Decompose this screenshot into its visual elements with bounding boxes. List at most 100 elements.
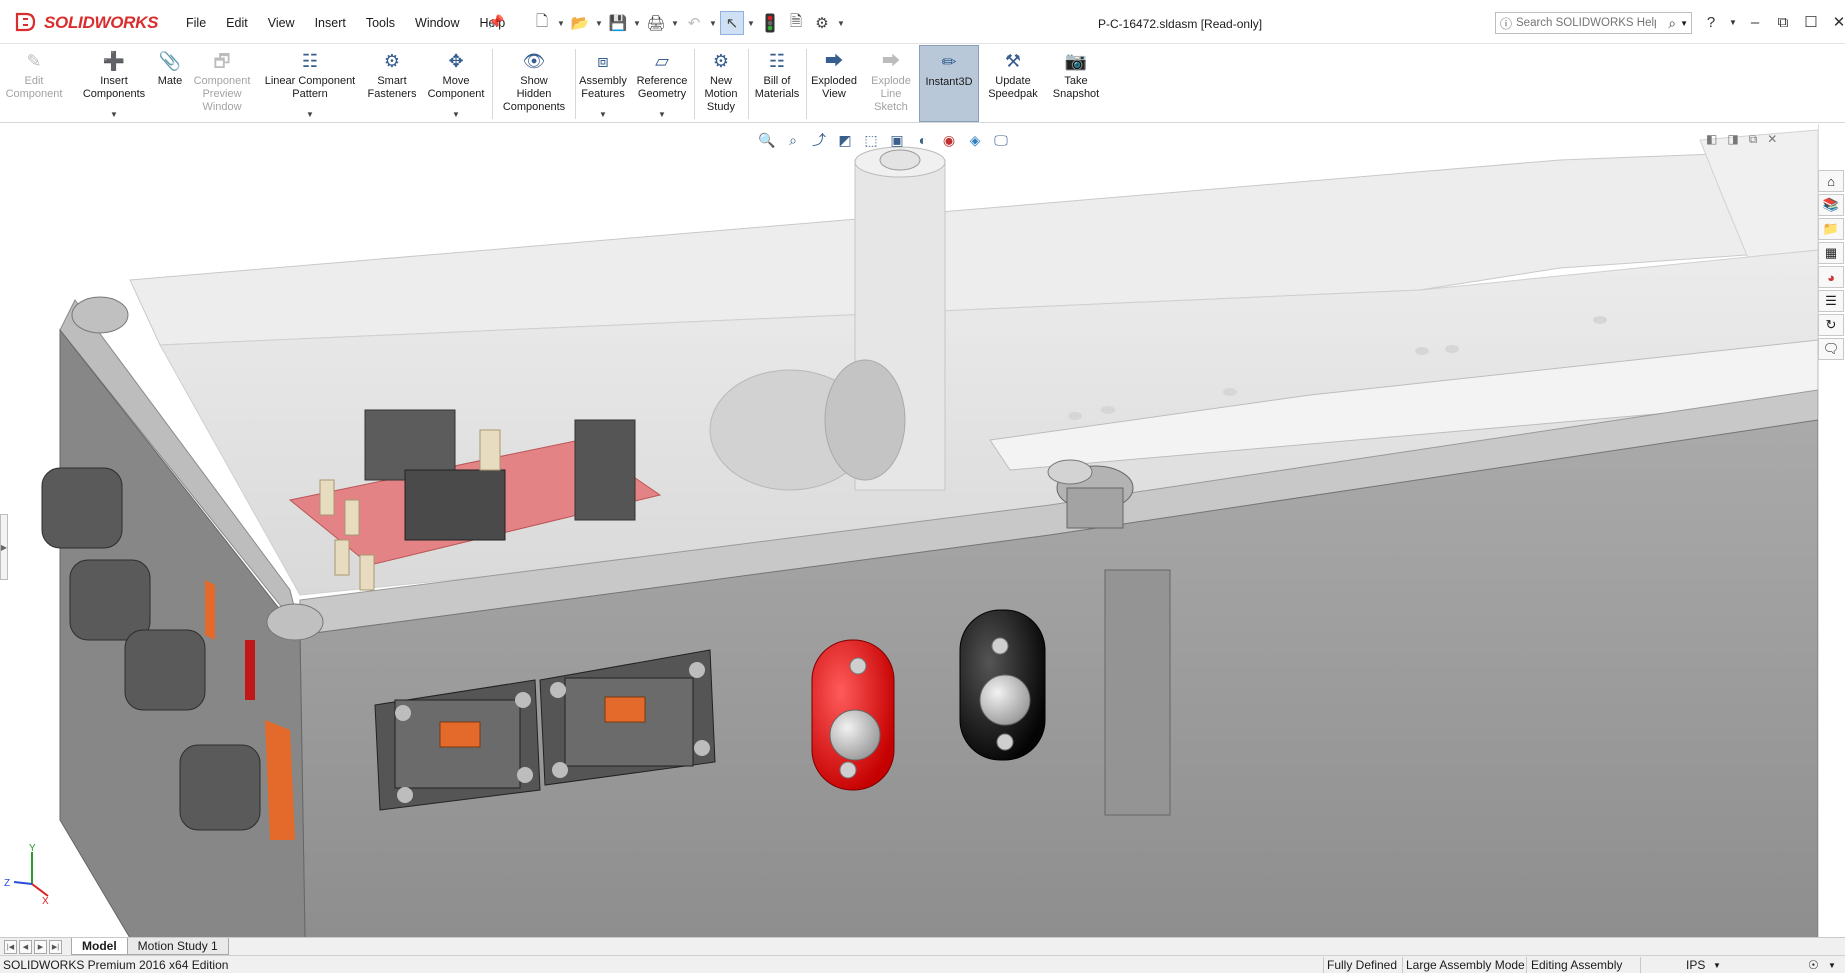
save-icon[interactable]: 💾 [606, 11, 630, 35]
component-preview-window-button[interactable]: 🗗 Component Preview Window [189, 45, 255, 122]
panel-connector-left[interactable] [374, 679, 541, 811]
open-dropdown-icon[interactable]: ▼ [594, 19, 604, 28]
status-dropdown-icon[interactable]: ▼ [1828, 961, 1836, 970]
reference-geometry-button[interactable]: ▱ Reference Geometry ▼ [632, 45, 692, 122]
mate-button[interactable]: 📎 Mate [155, 45, 185, 122]
search-input[interactable] [1516, 17, 1656, 29]
bill-of-materials-button[interactable]: ☷ Bill of Materials [750, 45, 804, 122]
new-document-icon[interactable]: 🗋 [530, 11, 554, 35]
edit-component-button[interactable]: ✎ Edit Component [0, 45, 68, 122]
solidworks-logo[interactable]: SOLIDWORKS [14, 10, 158, 36]
display-style-icon[interactable]: ▣ [886, 130, 908, 150]
close-icon[interactable]: ✕ [1828, 11, 1845, 33]
3dexperience-icon[interactable]: 🗨 [1818, 338, 1844, 360]
apply-scene-icon[interactable]: ◈ [964, 130, 986, 150]
menu-insert[interactable]: Insert [305, 14, 356, 32]
print-dropdown-icon[interactable]: ▼ [670, 19, 680, 28]
take-snapshot-button[interactable]: 📷 Take Snapshot [1048, 45, 1104, 122]
print-icon[interactable]: 🖨 [644, 11, 668, 35]
instant3d-button[interactable]: ✏ Instant3D [919, 45, 979, 122]
view-settings-icon[interactable]: 🖵 [990, 130, 1012, 150]
minimize-icon[interactable]: – [1744, 11, 1766, 33]
terminal-red[interactable] [811, 639, 895, 791]
open-folder-icon[interactable]: 📂 [568, 11, 592, 35]
select-arrow-icon[interactable]: ↖ [720, 11, 744, 35]
undo-icon[interactable]: ↶ [682, 11, 706, 35]
bottom-tab-bar: |◀ ◀ ▶ ▶| Model Motion Study 1 [0, 937, 1845, 955]
new-dropdown-icon[interactable]: ▼ [556, 19, 566, 28]
insert-components-dropdown-icon[interactable]: ▼ [110, 111, 118, 119]
zoom-to-area-icon[interactable]: ⌕ [782, 130, 804, 150]
appearances-icon[interactable]: ◕ [1818, 266, 1844, 288]
move-component-dropdown-icon[interactable]: ▼ [452, 111, 460, 119]
update-speedpak-button[interactable]: ⚒ Update Speedpak [982, 45, 1044, 122]
search-dropdown-icon[interactable]: ▼ [1680, 19, 1691, 28]
menu-file[interactable]: File [176, 14, 216, 32]
exploded-view-button[interactable]: ⮕ Exploded View [808, 45, 860, 122]
view-orientation-icon[interactable]: ⬚ [860, 130, 882, 150]
tab-motion-study-1[interactable]: Motion Study 1 [126, 938, 229, 955]
menu-bar: File Edit View Insert Tools Window Help [176, 14, 515, 32]
custom-properties-icon[interactable]: ☰ [1818, 290, 1844, 312]
file-explorer-icon[interactable]: 📁 [1818, 218, 1844, 240]
insert-components-label: Insert Components [82, 75, 146, 100]
viewport-restore-icon[interactable]: ⧉ [1749, 132, 1758, 147]
smart-fasteners-button[interactable]: ⚙ Smart Fasteners [364, 45, 420, 122]
last-tab-icon[interactable]: ▶| [49, 939, 62, 954]
solidworks-forum-icon[interactable]: ↻ [1818, 314, 1844, 336]
feature-manager-expand-handle[interactable]: ▶ [0, 514, 8, 580]
options-dropdown-icon[interactable]: ▼ [836, 19, 846, 28]
edit-appearance-icon[interactable]: ◉ [938, 130, 960, 150]
units-selector[interactable]: IPS [1686, 958, 1705, 972]
help-question-icon[interactable]: ? [1700, 11, 1722, 33]
menu-edit[interactable]: Edit [216, 14, 258, 32]
section-view-icon[interactable]: ◩ [834, 130, 856, 150]
save-dropdown-icon[interactable]: ▼ [632, 19, 642, 28]
assembly-model[interactable] [0, 124, 1818, 938]
viewport-close-icon[interactable]: ✕ [1767, 132, 1777, 147]
restore-icon[interactable]: ⧉ [1772, 11, 1794, 33]
move-component-label: Move Component [427, 75, 485, 100]
options-gear-icon[interactable]: ⚙ [810, 11, 834, 35]
hide-show-items-icon[interactable]: ◐ [912, 130, 934, 150]
component-preview-window-label: Component Preview Window [193, 75, 251, 113]
rebuild-traffic-light-icon[interactable] [758, 11, 782, 35]
tab-model[interactable]: Model [71, 938, 128, 955]
first-tab-icon[interactable]: |◀ [4, 939, 17, 954]
split-right-icon[interactable]: ◨ [1727, 132, 1738, 147]
new-motion-study-button[interactable]: ⚙ New Motion Study [696, 45, 746, 122]
menu-window[interactable]: Window [405, 14, 469, 32]
view-palette-icon[interactable]: ▦ [1818, 242, 1844, 264]
zoom-to-fit-icon[interactable]: 🔍 [756, 130, 778, 150]
split-left-icon[interactable]: ◧ [1706, 132, 1717, 147]
previous-view-icon[interactable]: ⤴ [808, 130, 830, 150]
front-boss[interactable] [1104, 569, 1171, 816]
reference-geometry-dropdown-icon[interactable]: ▼ [658, 111, 666, 119]
assembly-features-dropdown-icon[interactable]: ▼ [599, 111, 607, 119]
menu-tools[interactable]: Tools [356, 14, 405, 32]
terminal-black[interactable] [959, 609, 1046, 761]
linear-component-pattern-dropdown-icon[interactable]: ▼ [306, 111, 314, 119]
show-hidden-components-button[interactable]: 👁 Show Hidden Components [494, 45, 574, 122]
search-box[interactable]: ⓘ ⌕ ▼ [1495, 12, 1692, 34]
maximize-icon[interactable]: ☐ [1800, 11, 1822, 33]
prev-tab-icon[interactable]: ◀ [19, 939, 32, 954]
graphics-area[interactable]: ▶ 🔍 ⌕ ⤴ ◩ ⬚ ▣ ◐ ◉ ◈ 🖵 ◧ ◨ ⧉ ✕ Y Z X [0, 124, 1818, 938]
search-icon[interactable]: ⌕ [1668, 15, 1680, 32]
menu-view[interactable]: View [258, 14, 305, 32]
move-component-button[interactable]: ✥ Move Component ▼ [424, 45, 488, 122]
file-properties-icon[interactable]: 🗎 [784, 11, 808, 35]
select-dropdown-icon[interactable]: ▼ [746, 19, 756, 28]
undo-dropdown-icon[interactable]: ▼ [708, 19, 718, 28]
insert-components-button[interactable]: ➕ Insert Components ▼ [76, 45, 152, 122]
assembly-features-button[interactable]: ⧈ Assembly Features ▼ [578, 45, 628, 122]
pin-menu-icon[interactable]: 📌 [488, 14, 504, 30]
explode-line-sketch-button[interactable]: ⮕ Explode Line Sketch [864, 45, 918, 122]
linear-component-pattern-button[interactable]: ☷ Linear Component Pattern ▼ [260, 45, 360, 122]
design-library-icon[interactable]: 📚 [1818, 194, 1844, 216]
help-dropdown-icon[interactable]: ▼ [1728, 11, 1738, 33]
solidworks-resources-icon[interactable]: ⌂ [1818, 170, 1844, 192]
units-dropdown-icon[interactable]: ▼ [1713, 961, 1721, 970]
next-tab-icon[interactable]: ▶ [34, 939, 47, 954]
rebuild-status-icon[interactable]: ☉ [1808, 958, 1819, 972]
